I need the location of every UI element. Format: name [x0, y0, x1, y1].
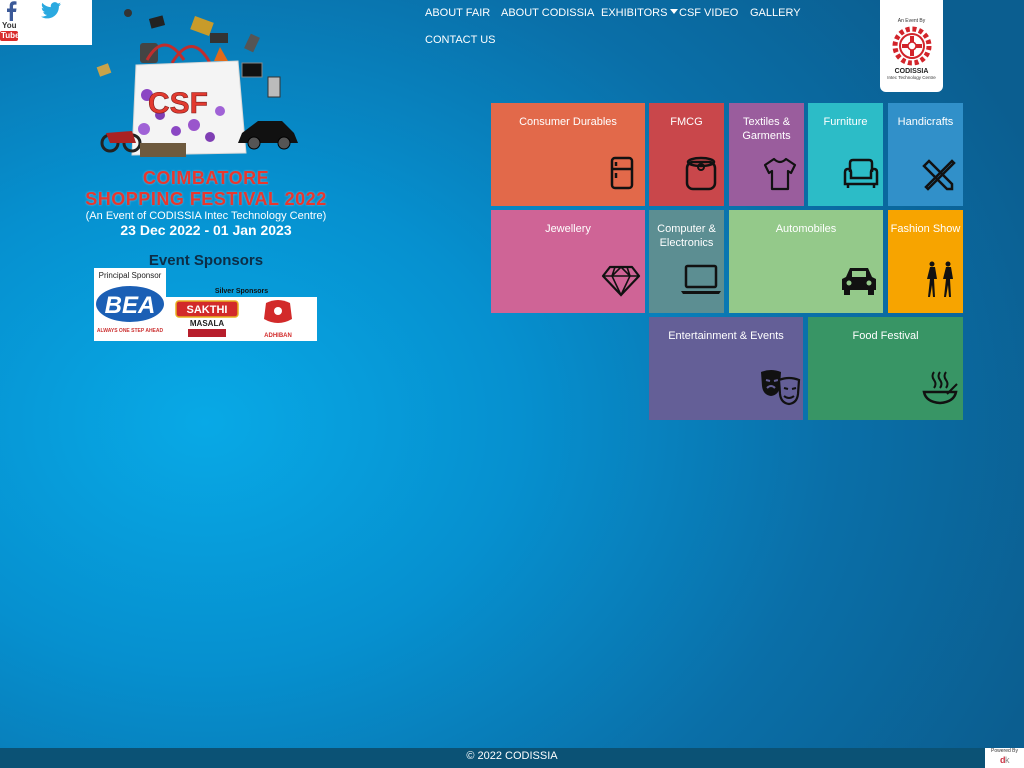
nav-exhibitors-label: EXHIBITORS [601, 7, 668, 19]
tile-automobiles[interactable]: Automobiles [729, 210, 883, 313]
nav-about-codissia[interactable]: ABOUT CODISSIA [501, 7, 594, 19]
codissia-logo-badge[interactable]: An Event By CODISSIA Intec Technology Ce… [880, 0, 943, 92]
footer: © 2022 CODISSIA [0, 748, 1024, 768]
tile-label: Jewellery [545, 223, 591, 235]
bea-tagline: ALWAYS ONE STEP AHEAD [97, 328, 164, 334]
tile-label: Handicrafts [897, 116, 954, 128]
nav-about-fair[interactable]: ABOUT FAIR [425, 7, 490, 19]
powered-by-badge[interactable]: Powered By dk [985, 748, 1024, 768]
tile-label: Entertainment & Events [668, 330, 784, 342]
sakthi-masala-logo[interactable]: SAKTHI MASALA [175, 300, 239, 337]
bag-csf-text: CSF [148, 87, 208, 120]
facebook-icon[interactable] [5, 1, 17, 21]
bea-logo: BEA ALWAYS ONE STEP AHEAD [96, 286, 164, 334]
tile-label: Consumer Durables [519, 116, 617, 128]
jar-icon [685, 156, 717, 191]
tile-label: FMCG [670, 116, 703, 128]
tile-consumer-durables[interactable]: Consumer Durables [491, 103, 645, 206]
festival-title-line1: COIMBATORE [142, 168, 270, 188]
twitter-icon[interactable] [41, 2, 61, 19]
codissia-subtitle: Intec Technology Centre [887, 75, 936, 80]
festival-title-line2: SHOPPING FESTIVAL 2022 [85, 189, 327, 209]
silver-sponsors: Silver Sponsors SAKTHI MASALA ADHIBAN [166, 288, 317, 341]
laptop-icon [681, 264, 721, 294]
models-icon [927, 261, 953, 297]
diamond-icon [601, 265, 641, 297]
tile-label: Food Festival [852, 330, 919, 342]
car-icon [842, 268, 876, 295]
youtube-tube-text: Tube [0, 31, 20, 41]
theatre-masks-icon [761, 370, 801, 406]
tile-label: Automobiles [775, 223, 837, 235]
codissia-name: CODISSIA [894, 68, 929, 75]
tile-handicrafts[interactable]: Handicrafts [888, 103, 963, 206]
tile-computer-electronics[interactable]: Computer & Electronics [649, 210, 724, 313]
sponsors-panel: Principal Sponsor BEA ALWAYS ONE STEP AH… [94, 268, 317, 341]
tshirt-icon [763, 157, 797, 191]
tile-furniture[interactable]: Furniture [808, 103, 883, 206]
social-links: You Tube [0, 0, 92, 45]
food-bowl-icon [922, 371, 958, 405]
tile-label: Computer & Electronics [657, 223, 716, 249]
an-event-by-label: An Event By [897, 18, 926, 24]
nav-csf-video[interactable]: CSF VIDEO [679, 7, 738, 19]
sponsors-heading: Event Sponsors [148, 252, 264, 269]
tools-icon [922, 159, 956, 191]
bea-logo-text: BEA [105, 292, 156, 319]
event-of-text: (An Event of CODISSIA Intec Technology C… [85, 210, 327, 222]
youtube-you-text: You [2, 21, 17, 30]
sakthi-masala-text: MASALA [190, 319, 224, 328]
chevron-down-icon [670, 9, 679, 14]
tile-food-festival[interactable]: Food Festival [808, 317, 963, 420]
tile-jewellery[interactable]: Jewellery [491, 210, 645, 313]
hero-shopping-bag-image: CSF [92, 5, 302, 165]
refrigerator-icon [610, 156, 634, 190]
festival-dates: 23 Dec 2022 - 01 Jan 2023 [120, 222, 292, 238]
tile-entertainment-events[interactable]: Entertainment & Events [649, 317, 803, 420]
adhiban-logo-text: ADHIBAN [264, 333, 292, 339]
nav-contact-us[interactable]: CONTACT US [425, 34, 496, 46]
tile-fashion-show[interactable]: Fashion Show [888, 210, 963, 313]
adhiban-logo[interactable]: ADHIBAN [264, 300, 292, 339]
sakthi-logo-text: SAKTHI [187, 304, 228, 316]
powered-by-logo-icon: dk [1000, 755, 1010, 765]
copyright-text: © 2022 CODISSIA [466, 750, 558, 762]
tile-textiles-garments[interactable]: Textiles & Garments [729, 103, 804, 206]
tile-label: Textiles & Garments [742, 116, 791, 142]
svg-text:k: k [1005, 755, 1010, 764]
tile-label: Fashion Show [890, 223, 961, 235]
codissia-gear-logo [892, 26, 931, 66]
nav-gallery[interactable]: GALLERY [750, 7, 801, 19]
nav-exhibitors[interactable]: EXHIBITORS [601, 7, 679, 19]
silver-sponsors-label: Silver Sponsors [214, 288, 269, 295]
tile-label: Furniture [823, 116, 868, 128]
youtube-icon[interactable]: You Tube [0, 21, 20, 42]
principal-sponsor[interactable]: Principal Sponsor BEA ALWAYS ONE STEP AH… [94, 268, 166, 341]
tile-fmcg[interactable]: FMCG [649, 103, 724, 206]
principal-sponsor-label: Principal Sponsor [98, 271, 162, 280]
armchair-icon [843, 158, 879, 188]
